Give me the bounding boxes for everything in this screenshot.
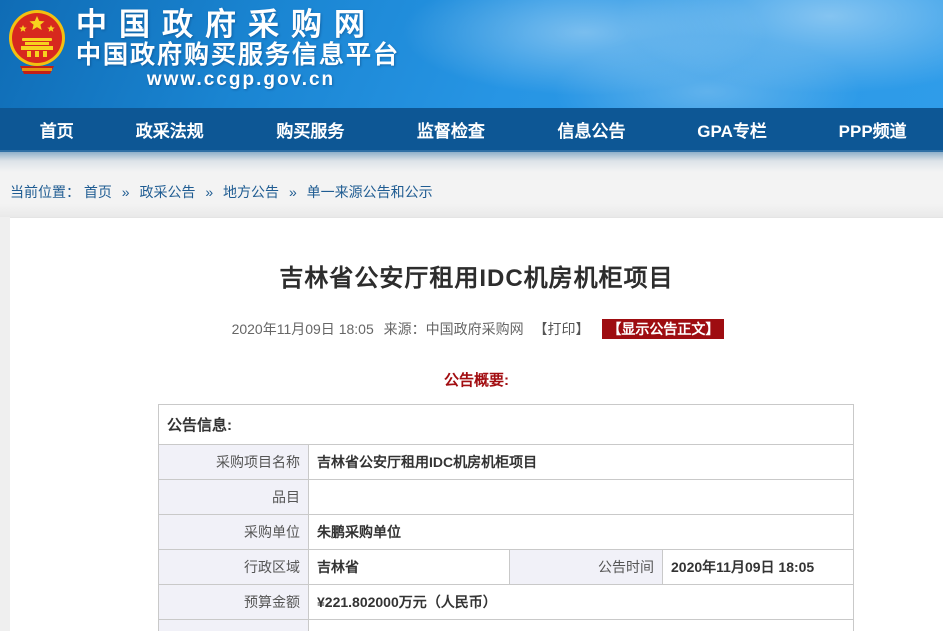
table-row-section-header: 公告信息: — [159, 405, 854, 445]
nav-item-gpa[interactable]: GPA专栏 — [662, 117, 803, 142]
category-label: 品目 — [159, 480, 309, 515]
section-header-cell: 公告信息: — [159, 405, 854, 445]
nav-item-ppp[interactable]: PPP频道 — [802, 117, 943, 142]
breadcrumb-local-notices[interactable]: 地方公告 — [223, 184, 279, 200]
project-name-value: 吉林省公安厅租用IDC机房机柜项目 — [309, 445, 854, 480]
notice-summary-table: 公告信息: 采购项目名称 吉林省公安厅租用IDC机房机柜项目 品目 采购单位 朱… — [158, 404, 854, 631]
site-title: 中国政府采购网 — [76, 8, 406, 41]
partial-row-value-cell — [309, 620, 854, 631]
budget-value: ¥221.802000万元（人民币） — [309, 585, 854, 620]
content-card: 吉林省公安厅租用IDC机房机柜项目 2020年11月09日 18:05 来源：中… — [10, 217, 943, 631]
breadcrumb-single-source[interactable]: 单一来源公告和公示 — [307, 184, 433, 200]
purchaser-label: 采购单位 — [159, 515, 309, 550]
partial-row-label-cell — [159, 620, 309, 631]
print-button[interactable]: 【打印】 — [534, 321, 590, 337]
notice-time-value: 2020年11月09日 18:05 — [663, 550, 854, 585]
breadcrumb: 当前位置： 首页 » 政采公告 » 地方公告 » 单一来源公告和公示 — [0, 152, 943, 202]
breadcrumb-home[interactable]: 首页 — [84, 184, 112, 200]
site-header: 中国政府采购网 中国政府购买服务信息平台 www.ccgp.gov.cn — [0, 0, 943, 108]
region-value: 吉林省 — [309, 550, 510, 585]
purchaser-value: 朱鹏采购单位 — [309, 515, 854, 550]
article-title: 吉林省公安厅租用IDC机房机柜项目 — [10, 218, 943, 293]
nav-item-purchase-services[interactable]: 购买服务 — [240, 117, 381, 142]
site-subtitle: 中国政府购买服务信息平台 — [76, 41, 406, 69]
breadcrumb-separator: » — [289, 184, 297, 200]
table-row-category: 品目 — [159, 480, 854, 515]
table-row-partial — [159, 620, 854, 631]
region-label: 行政区域 — [159, 550, 309, 585]
breadcrumb-label: 当前位置： — [10, 184, 80, 200]
table-row-project-name: 采购项目名称 吉林省公安厅租用IDC机房机柜项目 — [159, 445, 854, 480]
show-notice-button[interactable]: 【显示公告正文】 — [602, 319, 724, 339]
national-emblem-icon — [8, 8, 66, 80]
category-value — [309, 480, 854, 515]
budget-label: 预算金额 — [159, 585, 309, 620]
table-row-purchaser: 采购单位 朱鹏采购单位 — [159, 515, 854, 550]
article-date: 2020年11月09日 18:05 — [232, 321, 374, 337]
article-source: 来源：中国政府采购网 — [384, 321, 524, 337]
breadcrumb-separator: » — [122, 184, 130, 200]
nav-item-regulations[interactable]: 政采法规 — [99, 117, 240, 142]
nav-item-announcements[interactable]: 信息公告 — [521, 117, 662, 142]
breadcrumb-separator: » — [205, 184, 213, 200]
table-row-region-time: 行政区域 吉林省 公告时间 2020年11月09日 18:05 — [159, 550, 854, 585]
site-url: www.ccgp.gov.cn — [76, 69, 406, 91]
notice-time-label: 公告时间 — [510, 550, 663, 585]
nav-item-supervision[interactable]: 监督检查 — [381, 117, 522, 142]
nav-item-home[interactable]: 首页 — [14, 117, 99, 142]
project-name-label: 采购项目名称 — [159, 445, 309, 480]
article-meta: 2020年11月09日 18:05 来源：中国政府采购网 【打印】 【显示公告正… — [10, 319, 943, 339]
main-nav: 首页 政采法规 购买服务 监督检查 信息公告 GPA专栏 PPP频道 — [0, 108, 943, 152]
breadcrumb-procurement-notices[interactable]: 政采公告 — [139, 184, 195, 200]
summary-heading: 公告概要: — [10, 369, 943, 390]
table-row-budget: 预算金额 ¥221.802000万元（人民币） — [159, 585, 854, 620]
site-brand: 中国政府采购网 中国政府购买服务信息平台 www.ccgp.gov.cn — [76, 8, 406, 91]
breadcrumb-strip: 当前位置： 首页 » 政采公告 » 地方公告 » 单一来源公告和公示 — [0, 152, 943, 217]
